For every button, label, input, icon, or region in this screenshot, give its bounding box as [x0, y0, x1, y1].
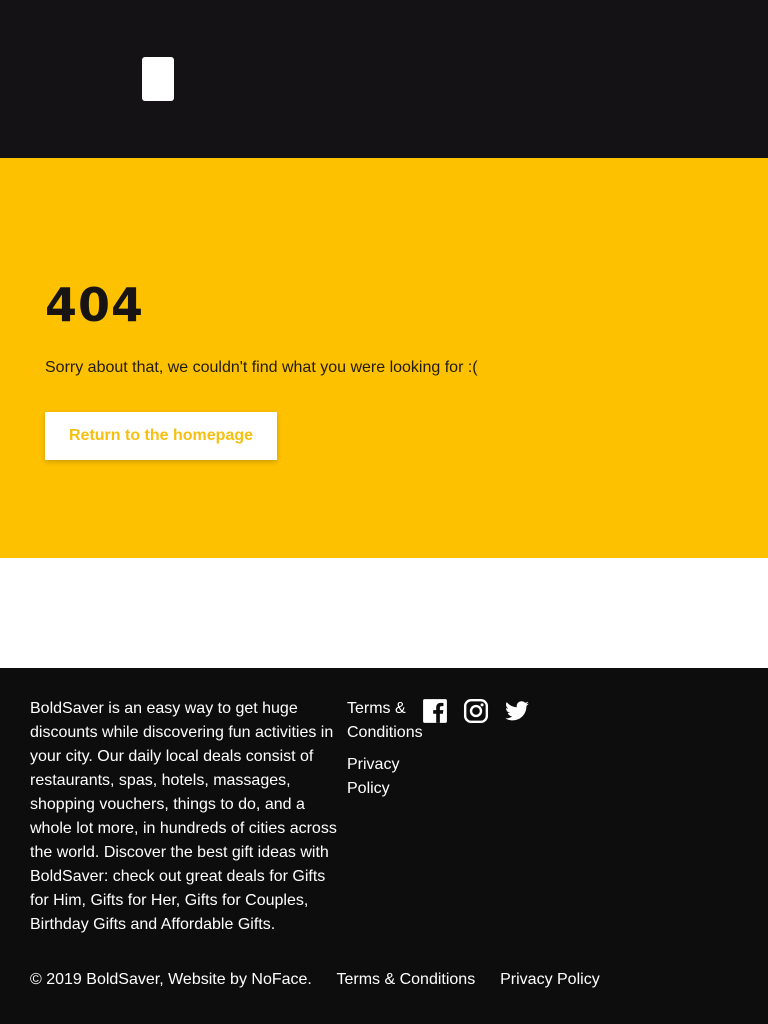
return-home-button[interactable]: Return to the homepage [45, 412, 277, 460]
error-code: 404 [45, 278, 145, 332]
site-header [0, 0, 768, 158]
social-links [422, 698, 530, 724]
bottom-link-privacy[interactable]: Privacy Policy [500, 971, 600, 988]
content-spacer [0, 558, 768, 668]
footer-link-terms[interactable]: Terms & Conditions [347, 697, 427, 745]
twitter-icon[interactable] [504, 698, 530, 724]
footer-link-privacy[interactable]: Privacy Policy [347, 753, 427, 801]
instagram-icon[interactable] [463, 698, 489, 724]
menu-button[interactable] [142, 57, 174, 101]
error-hero: 404 Sorry about that, we couldn't find w… [0, 158, 768, 558]
bottom-link-terms[interactable]: Terms & Conditions [336, 971, 475, 988]
site-footer: BoldSaver is an easy way to get huge dis… [0, 668, 768, 1024]
copyright-text: © 2019 BoldSaver, Website by NoFace. [30, 971, 312, 988]
facebook-icon[interactable] [422, 698, 448, 724]
footer-links: Terms & Conditions Privacy Policy [347, 697, 427, 809]
error-message: Sorry about that, we couldn't find what … [45, 359, 478, 376]
footer-bottom-bar: © 2019 BoldSaver, Website by NoFace. Ter… [30, 970, 600, 990]
footer-about-text: BoldSaver is an easy way to get huge dis… [30, 700, 337, 933]
